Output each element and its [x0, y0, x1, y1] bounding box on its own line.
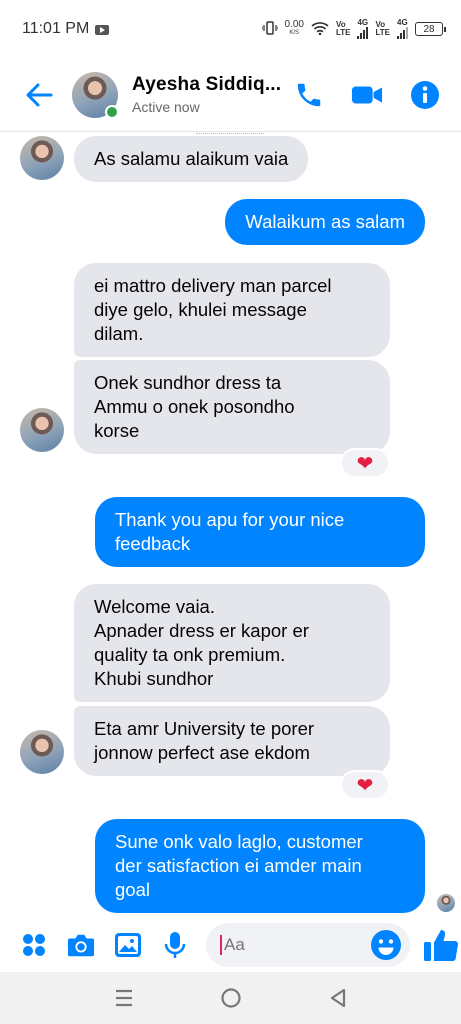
avatar	[20, 408, 64, 452]
sim2-lte: LTE	[375, 28, 390, 37]
recents-icon[interactable]	[109, 983, 139, 1013]
timestamp-divider	[196, 132, 264, 134]
contact-avatar[interactable]	[72, 71, 119, 119]
emoji-icon[interactable]	[370, 929, 402, 961]
contact-info[interactable]: Ayesha Siddiq... Active now	[132, 74, 281, 115]
apps-grid-icon[interactable]	[20, 931, 48, 959]
back-arrow-icon[interactable]	[24, 80, 54, 110]
phone-icon[interactable]	[293, 79, 325, 111]
video-camera-icon[interactable]	[351, 79, 383, 111]
info-icon[interactable]	[409, 79, 441, 111]
battery-indicator: 28	[415, 22, 446, 36]
heart-reaction-icon[interactable]: ❤	[340, 448, 390, 478]
message-bubble-outgoing[interactable]: Walaikum as salam	[225, 199, 425, 245]
message-input[interactable]	[224, 935, 364, 955]
message-bubble-outgoing[interactable]: Thank you apu for your nice feedback	[95, 497, 425, 567]
vibrate-icon	[260, 21, 279, 37]
gallery-icon[interactable]	[114, 931, 142, 959]
seen-indicator-avatar	[437, 894, 455, 912]
sim2-gen: 4G	[397, 18, 408, 27]
signal-bars-icon	[357, 27, 369, 39]
camera-icon[interactable]	[67, 931, 95, 959]
header-actions	[293, 79, 441, 111]
active-status-dot	[105, 104, 119, 119]
contact-name: Ayesha Siddiq...	[132, 74, 282, 95]
message-bubble-outgoing[interactable]: Sune onk valo laglo, customer der satisf…	[95, 819, 425, 913]
home-icon[interactable]	[216, 983, 246, 1013]
sim2-signal: 4G	[397, 19, 408, 39]
system-navigation-bar	[0, 972, 461, 1024]
status-indicators: 0.00 K/S Vo LTE 4G Vo LTE 4G 28	[260, 18, 446, 39]
message-bubble-incoming[interactable]: Eta amr University te porer jonnow perfe…	[74, 706, 390, 776]
sim1-lte: LTE	[335, 28, 351, 37]
sim2-label: Vo LTE	[375, 21, 390, 37]
avatar	[20, 730, 64, 774]
sim1-signal: 4G	[357, 18, 369, 39]
message-bubble-incoming[interactable]: As salamu alaikum vaia	[74, 136, 309, 182]
wifi-icon	[311, 21, 329, 37]
sim1-gen: 4G	[357, 18, 369, 27]
heart-reaction-icon[interactable]: ❤	[340, 770, 390, 800]
thumbs-up-icon[interactable]	[422, 926, 460, 964]
message-bubble-incoming[interactable]: Welcome vaia. Apnader dress er kapor er …	[74, 584, 390, 702]
avatar	[20, 136, 64, 180]
status-bar: 11:01 PM 0.00 K/S Vo LTE 4G Vo LTE 4G 28	[0, 0, 461, 58]
net-speed-value: 0.00	[284, 19, 304, 30]
status-time: 11:01 PM	[22, 20, 90, 37]
back-triangle-icon[interactable]	[323, 983, 353, 1013]
message-composer	[0, 918, 461, 972]
message-bubble-incoming[interactable]: Onek sundhor dress ta Ammu o onek posond…	[74, 360, 390, 454]
message-thread[interactable]: As salamu alaikum vaia Walaikum as salam…	[0, 132, 461, 918]
net-speed-unit: K/S	[289, 30, 300, 36]
signal-bars-icon	[397, 27, 408, 39]
microphone-icon[interactable]	[161, 931, 189, 959]
sim1-label: Vo LTE	[336, 21, 351, 37]
text-cursor	[220, 935, 222, 955]
message-input-wrapper	[206, 923, 410, 967]
chat-header: Ayesha Siddiq... Active now	[0, 58, 461, 132]
youtube-notification-icon	[95, 25, 110, 35]
message-bubble-incoming[interactable]: ei mattro delivery man parcel diye gelo,…	[74, 263, 390, 357]
contact-status: Active now	[132, 99, 200, 115]
net-speed: 0.00 K/S	[285, 20, 304, 38]
